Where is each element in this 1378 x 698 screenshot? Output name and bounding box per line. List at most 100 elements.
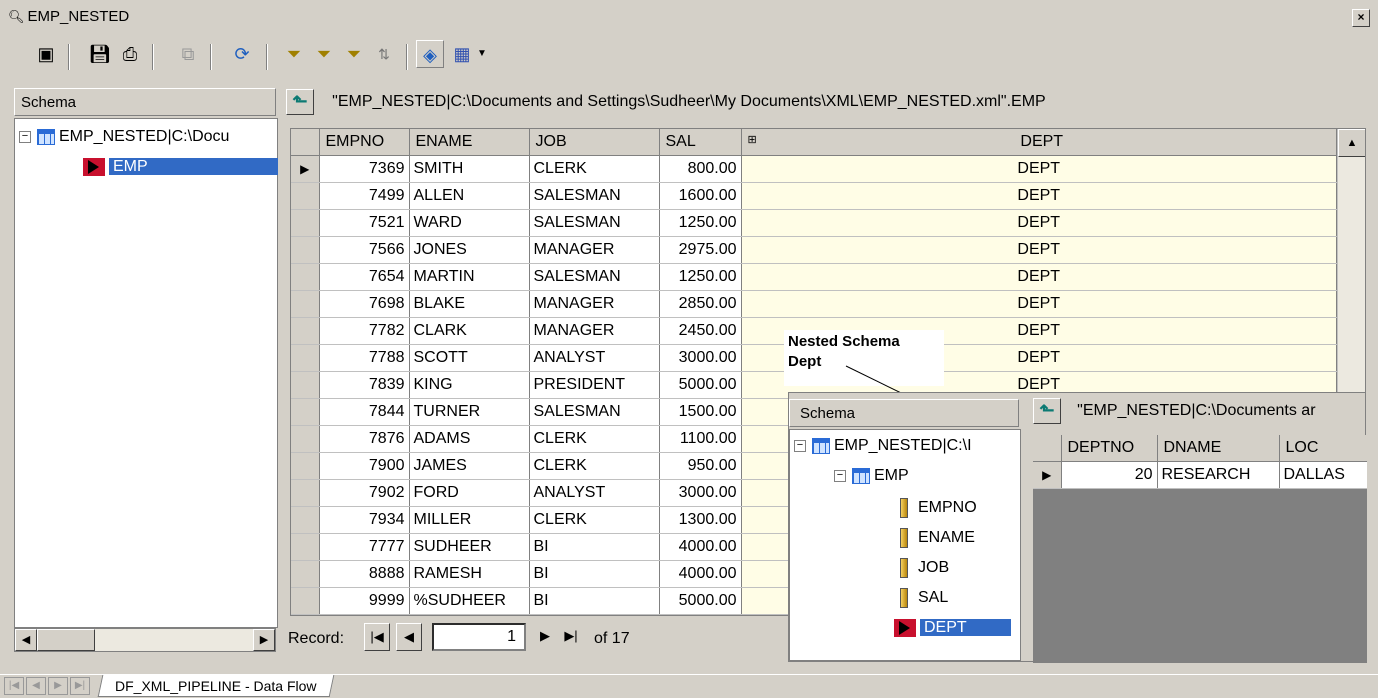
column-header-dname[interactable]: DNAME — [1157, 435, 1280, 462]
cell-dept[interactable]: DEPT — [741, 182, 1337, 210]
cell-empno[interactable]: 8888 — [319, 560, 410, 588]
table-row[interactable]: 7698 BLAKE MANAGER 2850.00 DEPT — [291, 290, 1337, 318]
cell-sal[interactable]: 4000.00 — [659, 560, 742, 588]
dropdown-icon[interactable]: ▼ — [474, 40, 490, 68]
scroll-up-icon[interactable]: ▲ — [1338, 129, 1365, 157]
prev-record-icon[interactable]: ◀ — [396, 623, 422, 651]
cell-job[interactable]: MANAGER — [529, 236, 660, 264]
table-row[interactable]: ▶ 7369 SMITH CLERK 800.00 DEPT — [291, 155, 1337, 183]
cell-empno[interactable]: 7521 — [319, 209, 410, 237]
nested-field-job[interactable]: JOB — [900, 556, 949, 580]
cell-sal[interactable]: 2975.00 — [659, 236, 742, 264]
collapse-icon[interactable]: − — [794, 439, 806, 452]
cell-dept[interactable]: DEPT — [741, 209, 1337, 237]
cell-empno[interactable]: 7654 — [319, 263, 410, 291]
cell-sal[interactable]: 1250.00 — [659, 209, 742, 237]
cell-empno[interactable]: 7499 — [319, 182, 410, 210]
schema-emp-node[interactable]: EMP — [83, 155, 278, 179]
cell-ename[interactable]: SCOTT — [409, 344, 530, 372]
cell-dname[interactable]: RESEARCH — [1157, 461, 1280, 489]
cell-sal[interactable]: 1250.00 — [659, 263, 742, 291]
cell-sal[interactable]: 3000.00 — [659, 344, 742, 372]
cell-ename[interactable]: TURNER — [409, 398, 530, 426]
cell-sal[interactable]: 950.00 — [659, 452, 742, 480]
cell-ename[interactable]: JONES — [409, 236, 530, 264]
cell-ename[interactable]: ALLEN — [409, 182, 530, 210]
table-row[interactable]: 7521 WARD SALESMAN 1250.00 DEPT — [291, 209, 1337, 237]
scroll-right-icon[interactable]: ▶ — [253, 629, 275, 651]
cell-dept[interactable]: DEPT — [741, 236, 1337, 264]
sort-icon[interactable]: ⇅ — [370, 40, 398, 68]
record-number-input[interactable]: 1 — [432, 623, 526, 651]
cell-job[interactable]: ANALYST — [529, 344, 660, 372]
cell-empno[interactable]: 7788 — [319, 344, 410, 372]
cell-job[interactable]: BI — [529, 587, 660, 615]
cell-job[interactable]: SALESMAN — [529, 209, 660, 237]
table-row[interactable]: ▶ 20 RESEARCH DALLAS — [1033, 461, 1367, 489]
cell-empno[interactable]: 7839 — [319, 371, 410, 399]
cell-ename[interactable]: CLARK — [409, 317, 530, 345]
cell-empno[interactable]: 9999 — [319, 587, 410, 615]
tab-first-icon[interactable]: |◀ — [4, 677, 24, 695]
nested-field-ename[interactable]: ENAME — [900, 526, 975, 550]
cell-empno[interactable]: 7844 — [319, 398, 410, 426]
cell-job[interactable]: CLERK — [529, 506, 660, 534]
cell-empno[interactable]: 7934 — [319, 506, 410, 534]
cell-ename[interactable]: KING — [409, 371, 530, 399]
column-header-deptno[interactable]: DEPTNO — [1061, 435, 1158, 462]
column-header-dept[interactable]: ⊞ DEPT — [741, 129, 1337, 156]
table-row[interactable]: 7499 ALLEN SALESMAN 1600.00 DEPT — [291, 182, 1337, 210]
cell-ename[interactable]: %SUDHEER — [409, 587, 530, 615]
nested-emp-node[interactable]: − EMP — [834, 464, 909, 488]
nested-root-node[interactable]: − EMP_NESTED|C:\I — [794, 434, 972, 458]
collapse-icon[interactable]: − — [834, 469, 846, 482]
last-record-icon[interactable]: ▶| — [558, 623, 584, 651]
filter-remove-icon[interactable]: ⏷ — [340, 40, 368, 68]
next-record-icon[interactable]: ▶ — [532, 623, 558, 651]
cell-empno[interactable]: 7900 — [319, 452, 410, 480]
scroll-left-icon[interactable]: ◀ — [15, 629, 37, 651]
nested-field-sal[interactable]: SAL — [900, 586, 948, 610]
cell-job[interactable]: SALESMAN — [529, 398, 660, 426]
cell-sal[interactable]: 2850.00 — [659, 290, 742, 318]
cell-job[interactable]: CLERK — [529, 452, 660, 480]
properties-icon[interactable]: ▣ — [32, 40, 60, 68]
table-row[interactable]: 7566 JONES MANAGER 2975.00 DEPT — [291, 236, 1337, 264]
view-data-icon[interactable]: ◈ — [416, 40, 444, 68]
tab-data-flow[interactable]: DF_XML_PIPELINE - Data Flow — [97, 675, 334, 697]
cell-ename[interactable]: WARD — [409, 209, 530, 237]
cell-sal[interactable]: 5000.00 — [659, 371, 742, 399]
tab-last-icon[interactable]: ▶| — [70, 677, 90, 695]
column-header-empno[interactable]: EMPNO — [319, 129, 410, 156]
cell-job[interactable]: BI — [529, 560, 660, 588]
cell-ename[interactable]: RAMESH — [409, 560, 530, 588]
cell-ename[interactable]: SUDHEER — [409, 533, 530, 561]
cell-job[interactable]: CLERK — [529, 155, 660, 183]
cell-sal[interactable]: 1300.00 — [659, 506, 742, 534]
up-level-button[interactable]: ⬑ — [286, 89, 314, 116]
cell-sal[interactable]: 1500.00 — [659, 398, 742, 426]
cell-job[interactable]: MANAGER — [529, 290, 660, 318]
scroll-thumb[interactable] — [37, 629, 95, 651]
cell-dept[interactable]: DEPT — [741, 263, 1337, 291]
first-record-icon[interactable]: |◀ — [364, 623, 390, 651]
cell-job[interactable]: PRESIDENT — [529, 371, 660, 399]
copy-icon[interactable]: ⧉ — [174, 40, 202, 68]
filter-add-icon[interactable]: ⏷ — [310, 40, 338, 68]
tab-next-icon[interactable]: ▶ — [48, 677, 68, 695]
nested-field-empno[interactable]: EMPNO — [900, 496, 977, 520]
cell-ename[interactable]: MILLER — [409, 506, 530, 534]
cell-dept[interactable]: DEPT — [741, 290, 1337, 318]
cell-empno[interactable]: 7369 — [319, 155, 410, 183]
cell-sal[interactable]: 1600.00 — [659, 182, 742, 210]
cell-job[interactable]: ANALYST — [529, 479, 660, 507]
table-row[interactable]: 7654 MARTIN SALESMAN 1250.00 DEPT — [291, 263, 1337, 291]
filter-icon[interactable]: ⏷ — [280, 40, 308, 68]
schema-hscrollbar[interactable]: ◀ ▶ — [14, 628, 276, 652]
cell-sal[interactable]: 800.00 — [659, 155, 742, 183]
cell-loc[interactable]: DALLAS — [1279, 461, 1367, 489]
schema-root-node[interactable]: − EMP_NESTED|C:\Docu — [19, 125, 229, 149]
nested-up-level-button[interactable]: ⬑ — [1033, 398, 1061, 425]
column-header-loc[interactable]: LOC — [1279, 435, 1367, 462]
cell-empno[interactable]: 7876 — [319, 425, 410, 453]
